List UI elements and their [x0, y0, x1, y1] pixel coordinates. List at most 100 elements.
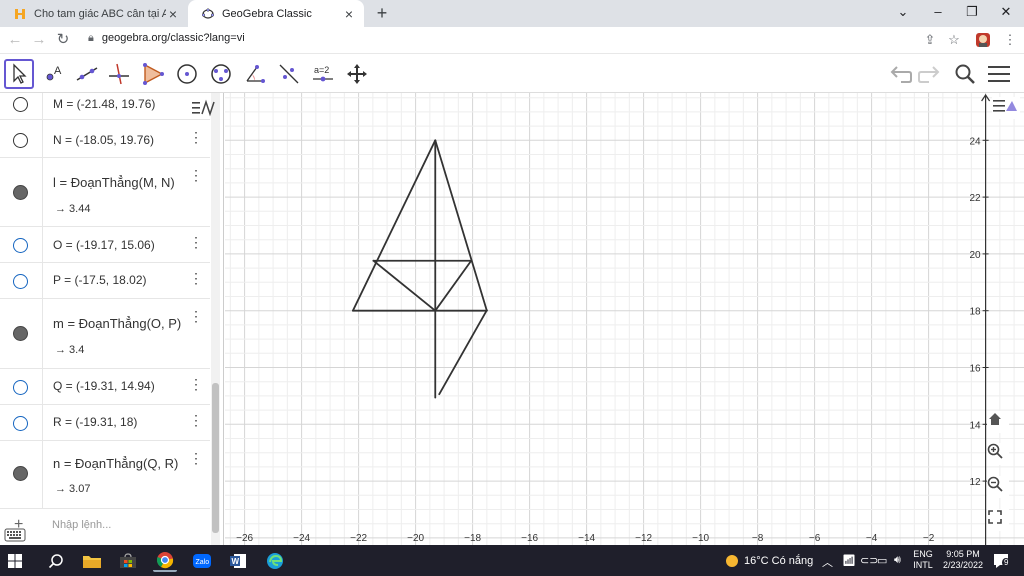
geogebra-toolbar: A a=2 — [0, 55, 1024, 93]
polygon-tool-icon[interactable] — [138, 59, 168, 89]
zalo-icon[interactable]: Zalo — [190, 549, 214, 572]
file-explorer-icon[interactable] — [80, 549, 104, 572]
tab-other-page[interactable]: Cho tam giác ABC cân tại A. Tia p × — [0, 0, 188, 27]
word-icon[interactable]: W — [226, 549, 250, 572]
tab-geogebra[interactable]: GeoGebra Classic × — [188, 0, 364, 27]
algebra-row-o-point[interactable]: O = (-19.17, 15.06) ⋮ — [0, 227, 210, 263]
ellipse-tool-icon[interactable] — [206, 59, 236, 89]
reload-icon[interactable]: ↻ — [54, 31, 72, 49]
algebra-row-m-point[interactable]: M = (-21.48, 19.76) — [0, 93, 210, 120]
start-icon[interactable] — [3, 549, 27, 572]
url-field[interactable]: 🔒︎ geogebra.org/classic?lang=vi — [88, 32, 245, 45]
tab-search-chevron-icon[interactable]: ⌄ — [893, 4, 913, 20]
algebra-row-value: → 3.4 — [55, 344, 85, 356]
move-tool-icon[interactable] — [4, 59, 34, 89]
share-icon[interactable]: ⇪ — [922, 32, 938, 48]
algebra-row-value: → 3.07 — [55, 483, 91, 495]
algebra-row-r-point[interactable]: R = (-19.31, 18) ⋮ — [0, 405, 210, 441]
row-menu-icon[interactable]: ⋮ — [189, 235, 203, 249]
profile-avatar-icon[interactable] — [975, 32, 991, 48]
algebra-row-n-point[interactable]: N = (-18.05, 19.76) ⋮ — [0, 120, 210, 158]
algebra-row-text: m = ĐoạnThẳng(O, P) — [53, 316, 182, 331]
zoom-in-icon[interactable] — [987, 443, 1009, 465]
circle-tool-icon[interactable] — [172, 59, 202, 89]
graphics-style-bar-icon[interactable] — [992, 97, 1020, 119]
minimize-icon[interactable]: – — [928, 4, 948, 19]
keyboard-icon[interactable] — [4, 527, 26, 543]
search-icon[interactable] — [952, 61, 978, 87]
reflect-tool-icon[interactable] — [274, 59, 304, 89]
visibility-toggle[interactable] — [13, 97, 28, 112]
edge-icon[interactable] — [263, 549, 287, 572]
url-text: geogebra.org/classic?lang=vi — [101, 32, 245, 44]
x-tick-label: −6 — [809, 533, 821, 544]
visibility-toggle[interactable] — [13, 133, 28, 148]
visibility-toggle[interactable] — [13, 466, 28, 481]
undo-icon[interactable] — [888, 61, 914, 87]
close-window-icon[interactable]: ✕ — [996, 4, 1016, 20]
algebra-scrollbar[interactable] — [211, 93, 220, 545]
zoom-out-icon[interactable] — [987, 476, 1009, 498]
maximize-icon[interactable]: ❐ — [962, 4, 982, 20]
scrollbar-thumb[interactable] — [212, 383, 219, 533]
clock[interactable]: 9:05 PM 2/23/2022 — [938, 549, 988, 571]
geogebra-favicon-icon — [201, 7, 215, 20]
row-menu-icon[interactable]: ⋮ — [189, 413, 203, 427]
algebra-row-segment-l[interactable]: l = ĐoạnThẳng(M, N) → 3.44 ⋮ — [0, 158, 210, 227]
volume-icon[interactable]: 🔊︎ — [894, 554, 901, 567]
algebra-input-row[interactable]: + Nhập lệnh... — [0, 508, 210, 545]
link-icon[interactable]: ⊂⊃ — [860, 554, 878, 567]
back-icon[interactable]: ← — [6, 31, 24, 49]
line-tool-icon[interactable] — [72, 59, 102, 89]
show-hidden-icons-icon[interactable]: ︿ — [822, 554, 833, 570]
fullscreen-icon[interactable] — [987, 509, 1009, 531]
algebra-row-q-point[interactable]: Q = (-19.31, 14.94) ⋮ — [0, 369, 210, 405]
visibility-toggle[interactable] — [13, 416, 28, 431]
graphics-view[interactable]: −26 −24 −22 −20 −18 −16 −14 −12 −10 −8 −6 −4 −2 24 22 2… — [225, 93, 1024, 545]
row-menu-icon[interactable]: ⋮ — [189, 168, 203, 182]
battery-icon[interactable]: ▭ — [877, 554, 887, 567]
visibility-toggle[interactable] — [13, 326, 28, 341]
graphics-canvas[interactable]: −26 −24 −22 −20 −18 −16 −14 −12 −10 −8 −6 −4 −2 24 22 2… — [225, 93, 1024, 545]
perpendicular-line-tool-icon[interactable] — [104, 59, 134, 89]
tab-title: GeoGebra Classic — [222, 7, 312, 20]
slider-tool-icon[interactable]: a=2 — [308, 59, 338, 89]
close-tab-icon[interactable]: × — [342, 7, 356, 21]
notifications-icon[interactable]: 9 — [990, 549, 1014, 572]
visibility-toggle[interactable] — [13, 185, 28, 200]
algebra-row-p-point[interactable]: P = (-17.5, 18.02) ⋮ — [0, 263, 210, 299]
algebra-row-segment-m[interactable]: m = ĐoạnThẳng(O, P) → 3.4 ⋮ — [0, 299, 210, 369]
row-menu-icon[interactable]: ⋮ — [189, 271, 203, 285]
algebra-row-segment-n[interactable]: n = ĐoạnThẳng(Q, R) → 3.07 ⋮ — [0, 441, 210, 509]
chrome-icon[interactable] — [153, 549, 177, 572]
row-menu-icon[interactable]: ⋮ — [189, 377, 203, 391]
visibility-toggle[interactable] — [13, 238, 28, 253]
store-icon[interactable] — [116, 549, 140, 572]
main-menu-icon[interactable] — [986, 61, 1012, 87]
row-menu-icon[interactable]: ⋮ — [189, 451, 203, 465]
weather-sun-icon[interactable] — [720, 549, 744, 572]
hoc24-favicon-icon — [14, 8, 26, 20]
new-tab-icon[interactable]: + — [372, 3, 392, 23]
taskbar-search-icon[interactable] — [44, 549, 68, 572]
visibility-toggle[interactable] — [13, 274, 28, 289]
home-icon[interactable] — [987, 411, 1009, 433]
angle-tool-icon[interactable] — [240, 59, 270, 89]
language-indicator[interactable]: ENG INTL — [908, 549, 938, 571]
visibility-toggle[interactable] — [13, 380, 28, 395]
move-graphics-view-icon[interactable] — [342, 59, 372, 89]
close-tab-icon[interactable]: × — [166, 7, 180, 21]
network-icon[interactable]: 📶︎ — [842, 554, 856, 567]
y-tick-label: 14 — [969, 420, 981, 431]
algebra-style-bar-icon[interactable] — [190, 97, 218, 119]
row-menu-icon[interactable]: ⋮ — [189, 309, 203, 323]
weather-text[interactable]: 16°C Có nắng — [744, 555, 813, 567]
row-menu-icon[interactable]: ⋮ — [189, 130, 203, 144]
more-menu-icon[interactable]: ⋮ — [1002, 32, 1018, 48]
point-tool-icon[interactable]: A — [38, 59, 68, 89]
algebra-row-text: M = (-21.48, 19.76) — [53, 97, 156, 111]
algebra-row-text: Q = (-19.31, 14.94) — [53, 379, 155, 393]
forward-icon[interactable]: → — [30, 31, 48, 49]
redo-icon[interactable] — [916, 61, 942, 87]
bookmark-star-icon[interactable]: ☆ — [946, 32, 962, 48]
